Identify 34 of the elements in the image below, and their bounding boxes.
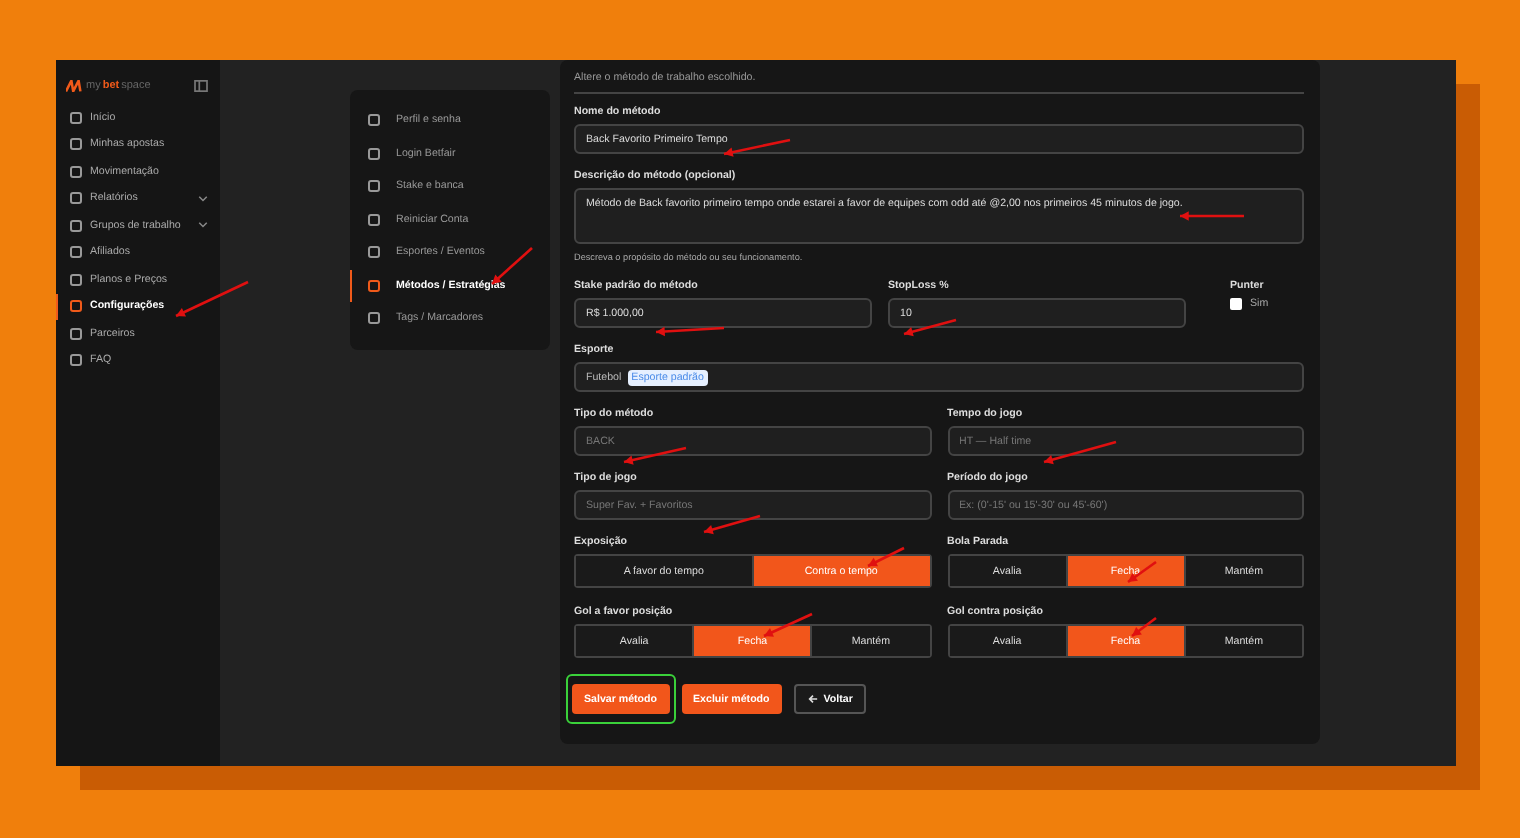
square-icon [70, 219, 82, 232]
square-icon [368, 213, 380, 226]
annotation-arrow [763, 612, 813, 638]
annotation-arrow [867, 546, 905, 568]
square-icon [70, 327, 82, 340]
square-icon [70, 300, 82, 313]
square-icon [368, 312, 380, 325]
square-icon [368, 114, 380, 127]
square-icon [70, 273, 82, 286]
annotation-arrow [1131, 616, 1157, 638]
square-icon [70, 246, 82, 259]
annotation-arrow [703, 514, 761, 535]
chevron-down-icon [198, 195, 208, 202]
logo-icon [66, 80, 84, 92]
square-icon [70, 192, 82, 205]
annotation-arrow [1180, 211, 1244, 221]
square-icon [368, 180, 380, 193]
arrow-left-icon [807, 694, 818, 704]
annotation-arrow [723, 138, 791, 157]
square-icon [368, 147, 380, 160]
square-icon [70, 165, 82, 178]
annotation-arrow [623, 446, 687, 465]
square-icon [368, 279, 380, 292]
annotation-arrow [175, 280, 249, 318]
square-icon [368, 246, 380, 259]
annotation-arrow [1043, 440, 1117, 465]
chevron-down-icon [198, 222, 208, 229]
annotation-arrow [655, 326, 725, 337]
annotation-arrow [903, 318, 957, 337]
square-icon [70, 138, 82, 151]
checkbox[interactable] [1230, 298, 1242, 310]
square-icon [70, 111, 82, 124]
sidebar-toggle-icon[interactable] [194, 80, 208, 92]
square-icon [70, 354, 82, 367]
